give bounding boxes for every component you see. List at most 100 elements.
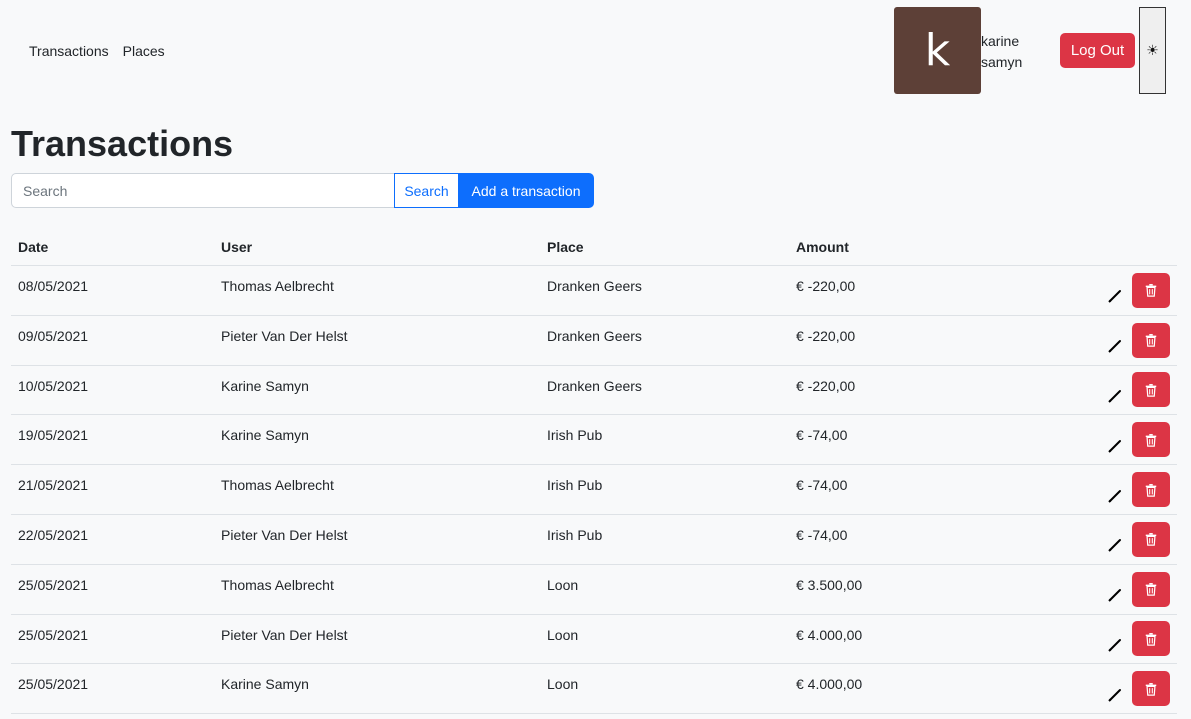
cell-place: Loon bbox=[547, 576, 579, 593]
header-user: User bbox=[221, 239, 253, 255]
edit-button[interactable] bbox=[1103, 384, 1127, 408]
search-button[interactable]: Search bbox=[394, 173, 459, 208]
edit-button[interactable] bbox=[1103, 284, 1127, 308]
header-date: Date bbox=[18, 239, 49, 255]
pencil-icon bbox=[1108, 389, 1121, 403]
edit-button[interactable] bbox=[1103, 533, 1127, 557]
nav-links: Transactions Places bbox=[29, 43, 165, 59]
table-row: 08/05/2021 Thomas Aelbrecht Dranken Geers €… bbox=[11, 266, 1177, 316]
edit-button[interactable] bbox=[1103, 583, 1127, 607]
edit-button[interactable] bbox=[1103, 334, 1127, 358]
cell-place: Loon bbox=[547, 676, 579, 693]
pencil-icon bbox=[1108, 688, 1121, 702]
cell-date: 25/05/2021 bbox=[18, 676, 89, 693]
cell-date: 19/05/2021 bbox=[18, 427, 89, 444]
cell-user: Pieter Van Der Helst bbox=[221, 327, 348, 344]
row-actions bbox=[1049, 266, 1177, 315]
row-actions bbox=[1049, 565, 1177, 614]
edit-button[interactable] bbox=[1103, 683, 1127, 707]
nav-link-transactions[interactable]: Transactions bbox=[29, 43, 109, 59]
cell-date: 25/05/2021 bbox=[18, 576, 89, 593]
cell-amount: € -220,00 bbox=[796, 327, 856, 344]
cell-date: 22/05/2021 bbox=[18, 526, 89, 543]
cell-amount: € -74,00 bbox=[796, 477, 848, 494]
row-actions bbox=[1049, 316, 1177, 365]
cell-amount: € 4.000,00 bbox=[796, 676, 863, 693]
cell-user: Pieter Van Der Helst bbox=[221, 526, 348, 543]
cell-place: Dranken Geers bbox=[547, 377, 642, 394]
row-actions bbox=[1049, 664, 1177, 713]
add-transaction-button[interactable]: Add a transaction bbox=[458, 173, 594, 208]
cell-place: Loon bbox=[547, 626, 579, 643]
cell-user: Karine Samyn bbox=[221, 427, 309, 444]
trash-icon bbox=[1145, 633, 1157, 646]
username: karine samyn bbox=[981, 31, 1022, 73]
nav-link-places[interactable]: Places bbox=[123, 43, 165, 59]
cell-user: Karine Samyn bbox=[221, 377, 309, 394]
table-body: 08/05/2021 Thomas Aelbrecht Dranken Geers €… bbox=[11, 266, 1177, 715]
table-row: 25/05/2021 Karine Samyn Loon € 4.000,00 bbox=[11, 664, 1177, 715]
theme-toggle-button[interactable]: ☀ bbox=[1139, 7, 1166, 94]
avatar: k bbox=[894, 7, 981, 94]
trash-icon bbox=[1145, 334, 1157, 347]
delete-button[interactable] bbox=[1132, 671, 1170, 707]
row-actions bbox=[1049, 615, 1177, 664]
edit-button[interactable] bbox=[1103, 633, 1127, 657]
trash-icon bbox=[1145, 384, 1157, 397]
header-place: Place bbox=[547, 239, 584, 255]
cell-date: 21/05/2021 bbox=[18, 477, 89, 494]
delete-button[interactable] bbox=[1132, 422, 1170, 458]
pencil-icon bbox=[1108, 489, 1121, 503]
table-row: 09/05/2021 Pieter Van Der Helst Dranken Ge… bbox=[11, 316, 1177, 366]
username-first: karine bbox=[981, 33, 1020, 49]
cell-date: 25/05/2021 bbox=[18, 626, 89, 643]
cell-place: Irish Pub bbox=[547, 477, 603, 494]
delete-button[interactable] bbox=[1132, 372, 1170, 408]
delete-button[interactable] bbox=[1132, 571, 1170, 607]
cell-date: 10/05/2021 bbox=[18, 377, 89, 394]
row-actions bbox=[1049, 515, 1177, 564]
pencil-icon bbox=[1108, 539, 1121, 553]
delete-button[interactable] bbox=[1132, 521, 1170, 557]
avatar-letter: k bbox=[924, 25, 951, 76]
cell-amount: € -220,00 bbox=[796, 278, 856, 294]
trash-icon bbox=[1145, 533, 1157, 547]
edit-button[interactable] bbox=[1103, 434, 1127, 458]
cell-place: Dranken Geers bbox=[547, 327, 642, 344]
pencil-icon bbox=[1108, 290, 1121, 304]
cell-user: Thomas Aelbrecht bbox=[221, 576, 334, 593]
table-row: 22/05/2021 Pieter Van Der Helst Irish Pub €… bbox=[11, 515, 1177, 565]
logout-button[interactable]: Log Out bbox=[1060, 33, 1135, 68]
trash-icon bbox=[1145, 682, 1157, 696]
delete-button[interactable] bbox=[1132, 621, 1170, 657]
cell-date: 08/05/2021 bbox=[18, 278, 89, 294]
sun-icon: ☀ bbox=[1146, 42, 1159, 58]
edit-button[interactable] bbox=[1103, 484, 1127, 508]
cell-amount: € -74,00 bbox=[796, 427, 848, 444]
row-actions bbox=[1049, 366, 1177, 415]
search-input[interactable] bbox=[11, 173, 395, 208]
cell-amount: € 3.500,00 bbox=[796, 576, 863, 593]
table-row: 10/05/2021 Karine Samyn Dranken Geers € -22… bbox=[11, 366, 1177, 416]
cell-amount: € -220,00 bbox=[796, 377, 856, 394]
cell-user: Karine Samyn bbox=[221, 676, 309, 693]
delete-button[interactable] bbox=[1132, 472, 1170, 508]
delete-button[interactable] bbox=[1132, 272, 1170, 308]
transactions-table: Date User Place Amount 08/05/2021 Thomas … bbox=[11, 229, 1177, 715]
cell-place: Irish Pub bbox=[547, 526, 603, 543]
cell-place: Irish Pub bbox=[547, 427, 603, 444]
cell-amount: € 4.000,00 bbox=[796, 626, 863, 643]
trash-icon bbox=[1145, 483, 1157, 497]
row-actions bbox=[1049, 415, 1177, 464]
username-last: samyn bbox=[981, 54, 1023, 70]
table-row: 21/05/2021 Thomas Aelbrecht Irish Pub € -74… bbox=[11, 465, 1177, 515]
delete-button[interactable] bbox=[1132, 322, 1170, 358]
pencil-icon bbox=[1108, 340, 1121, 353]
cell-place: Dranken Geers bbox=[547, 278, 642, 294]
pencil-icon bbox=[1108, 589, 1121, 602]
table-row: 25/05/2021 Pieter Van Der Helst Loon € 4.00… bbox=[11, 615, 1177, 665]
cell-date: 09/05/2021 bbox=[18, 327, 89, 344]
table-row: 25/05/2021 Thomas Aelbrecht Loon € 3.500,00 bbox=[11, 565, 1177, 615]
cell-user: Pieter Van Der Helst bbox=[221, 626, 348, 643]
row-actions bbox=[1049, 465, 1177, 514]
